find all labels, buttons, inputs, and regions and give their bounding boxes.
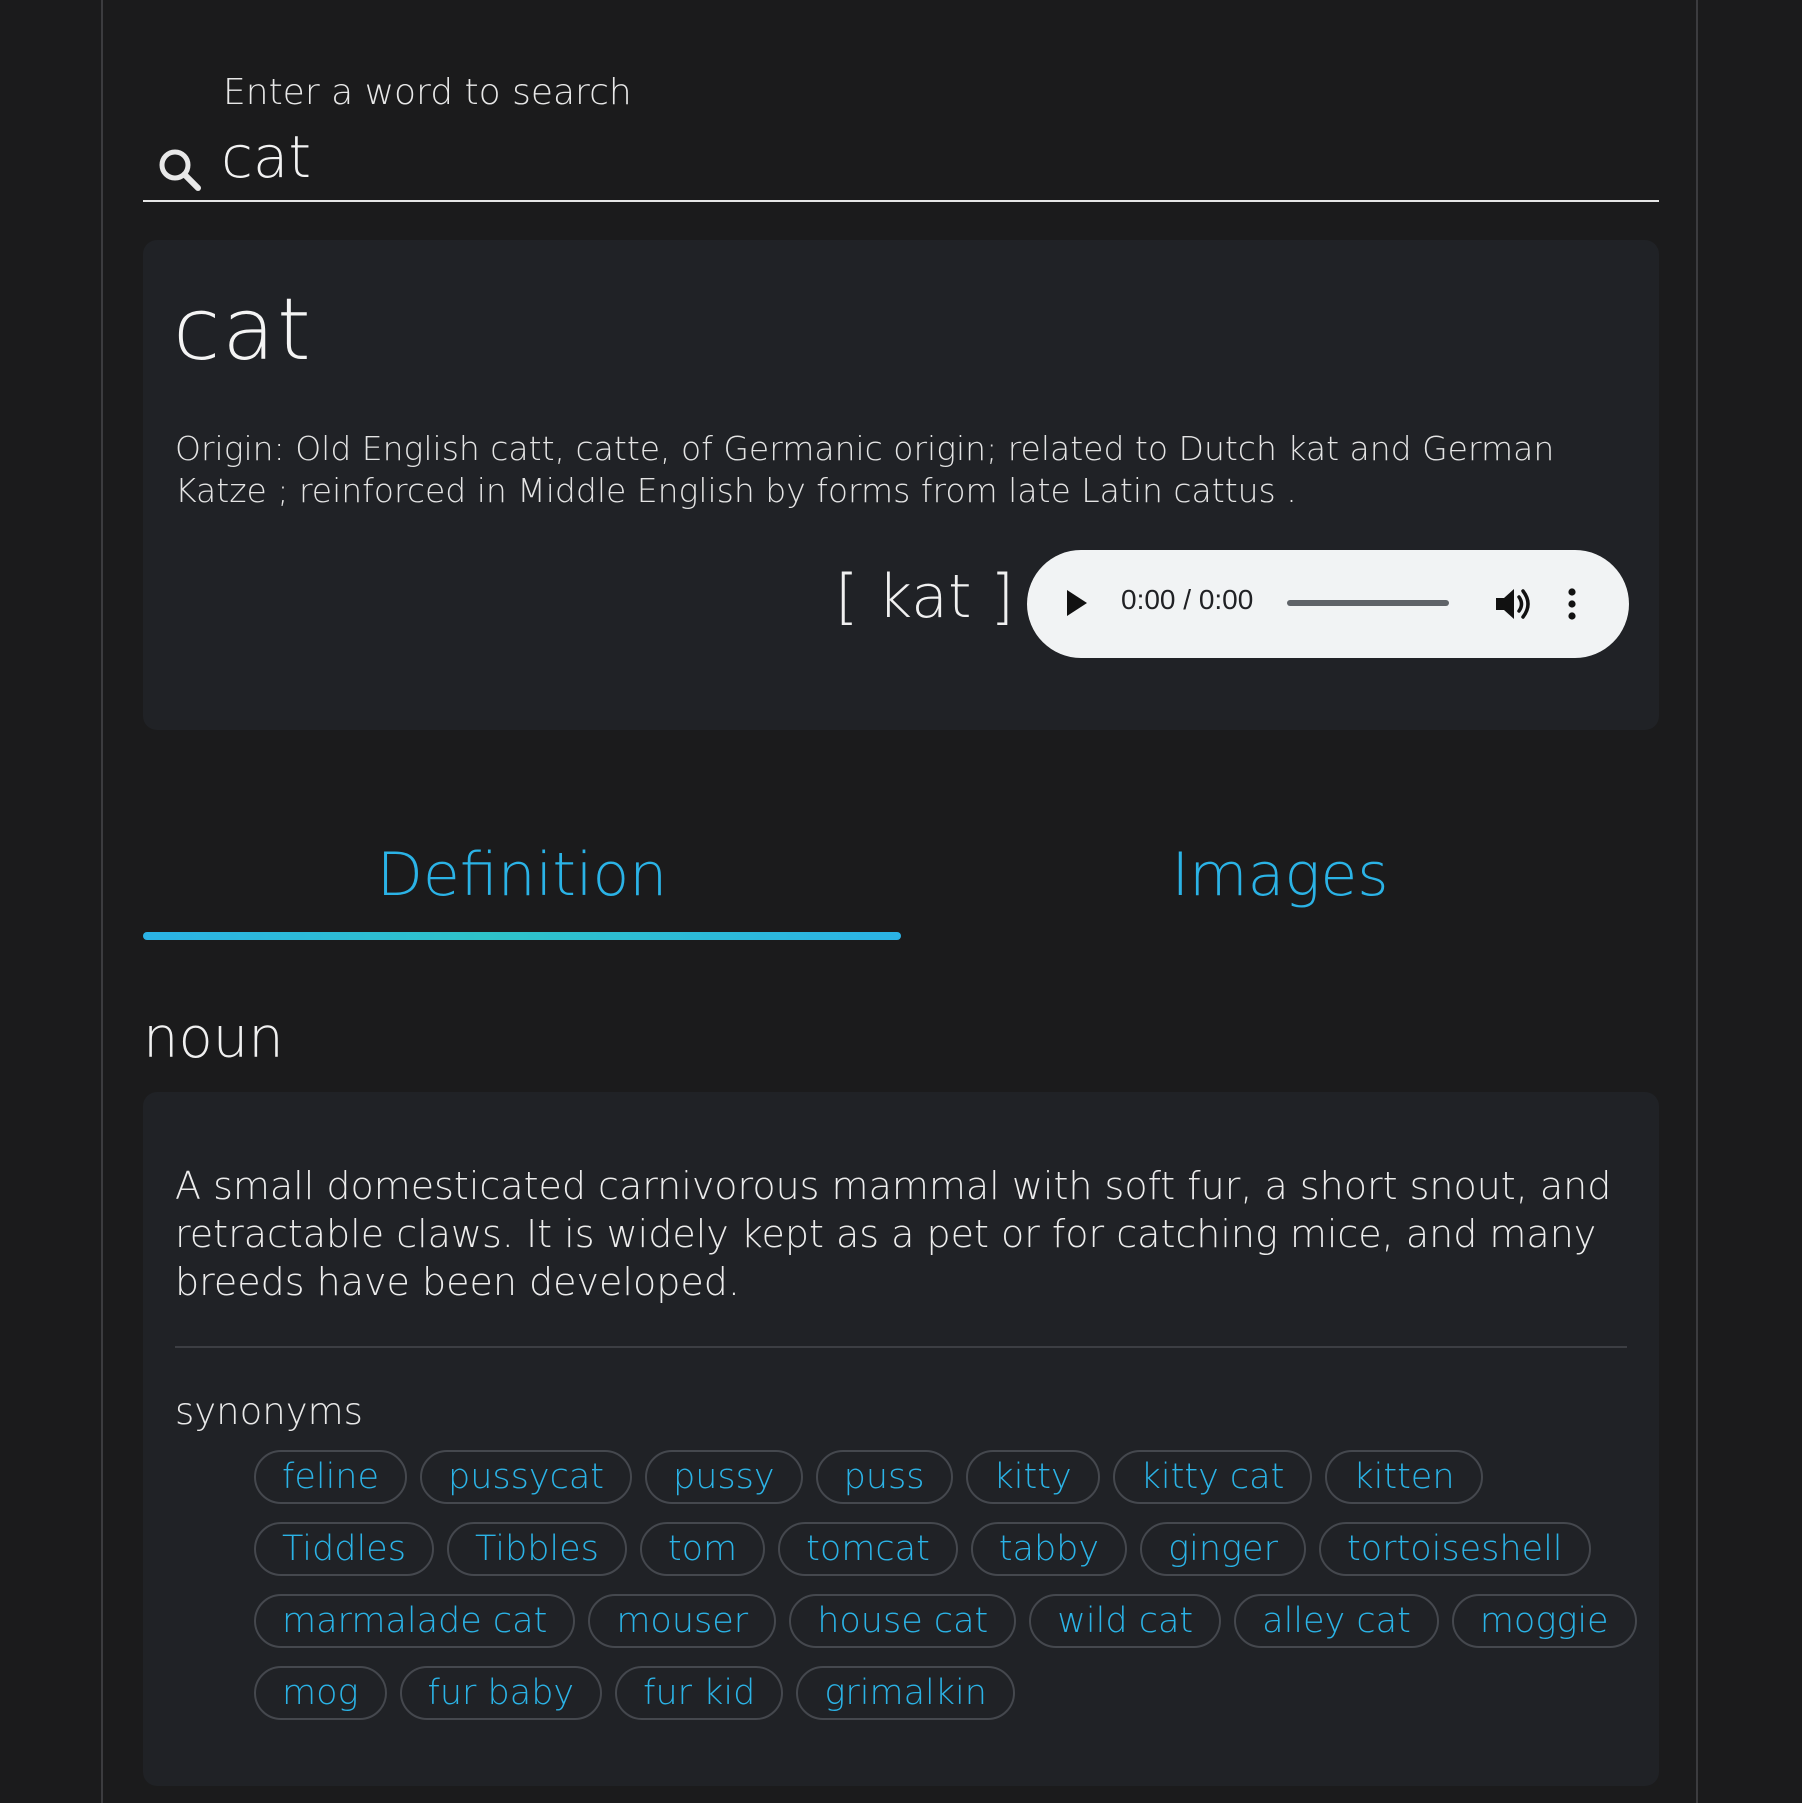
synonym-chip[interactable]: tom: [639, 1522, 766, 1576]
synonym-chip[interactable]: moggie: [1451, 1594, 1637, 1648]
active-tab-indicator: [143, 932, 901, 940]
synonym-chip[interactable]: Tiddles: [254, 1522, 434, 1576]
divider: [175, 1346, 1627, 1348]
synonym-chip[interactable]: feline: [254, 1450, 408, 1504]
synonym-chip[interactable]: kitten: [1325, 1450, 1483, 1504]
synonym-chip[interactable]: alley cat: [1234, 1594, 1439, 1648]
search-label: Enter a word to search: [223, 72, 632, 113]
definition-card: A small domesticated carnivorous mammal …: [143, 1092, 1659, 1786]
tab-images[interactable]: Images: [901, 840, 1659, 940]
audio-time: 0:00 / 0:00: [1121, 584, 1254, 615]
audio-player: 0:00 / 0:00: [1027, 550, 1629, 658]
phonetic-text: [ kat ]: [835, 562, 1014, 632]
definition-text: A small domesticated carnivorous mammal …: [175, 1164, 1612, 1304]
synonym-chip[interactable]: house cat: [789, 1594, 1017, 1648]
synonym-chip[interactable]: fur kid: [615, 1666, 784, 1720]
synonym-chip[interactable]: fur baby: [399, 1666, 603, 1720]
volume-icon[interactable]: [1493, 585, 1533, 623]
synonym-chip[interactable]: marmalade cat: [254, 1594, 576, 1648]
search-field: Enter a word to search: [143, 60, 1659, 202]
tab-definition[interactable]: Definition: [143, 840, 901, 940]
synonyms-label: synonyms: [175, 1390, 363, 1433]
more-vertical-icon[interactable]: [1567, 588, 1577, 620]
search-icon: [159, 149, 201, 191]
synonym-chip[interactable]: Tibbles: [446, 1522, 627, 1576]
word-card: cat Origin: Old English catt, catte, of …: [143, 240, 1659, 730]
part-of-speech: noun: [143, 1006, 284, 1071]
synonym-chip[interactable]: mouser: [588, 1594, 777, 1648]
word-origin: Origin: Old English catt, catte, of Germ…: [175, 429, 1555, 510]
word-title: cat: [173, 280, 313, 380]
synonym-chip[interactable]: ginger: [1140, 1522, 1306, 1576]
audio-progress-slider[interactable]: [1287, 600, 1449, 606]
synonym-chip[interactable]: kitty cat: [1112, 1450, 1313, 1504]
tab-bar: Definition Images: [143, 840, 1659, 940]
synonym-chip[interactable]: tomcat: [778, 1522, 958, 1576]
synonym-chip[interactable]: tortoiseshell: [1318, 1522, 1591, 1576]
synonym-chip[interactable]: kitty: [965, 1450, 1100, 1504]
synonym-list: feline pussycat pussy puss kitty kitty cat kit…: [254, 1450, 1644, 1720]
synonym-chip[interactable]: tabby: [970, 1522, 1128, 1576]
search-input[interactable]: [221, 120, 1621, 194]
synonym-chip[interactable]: grimalkin: [796, 1666, 1015, 1720]
synonym-chip[interactable]: wild cat: [1029, 1594, 1222, 1648]
synonym-chip[interactable]: mog: [254, 1666, 387, 1720]
synonym-chip[interactable]: pussy: [645, 1450, 803, 1504]
play-icon[interactable]: [1067, 590, 1087, 616]
synonym-chip[interactable]: pussycat: [420, 1450, 633, 1504]
synonym-chip[interactable]: puss: [815, 1450, 953, 1504]
